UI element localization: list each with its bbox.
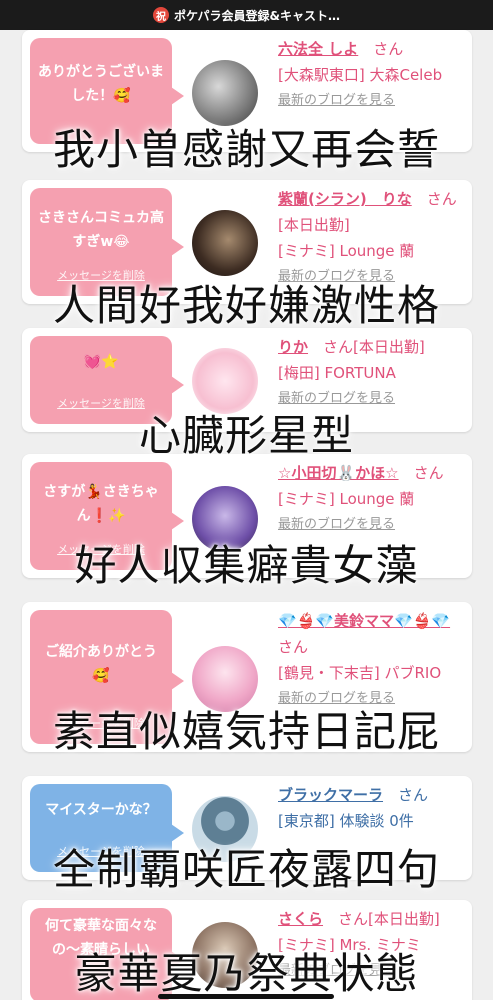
cast-location: [大森駅東口] 大森Celeb <box>278 66 443 84</box>
caption-overlay: 心臓形星型 <box>138 411 354 460</box>
message-text: ありがとうございました！🥰 <box>38 64 164 104</box>
caption-overlay: 我小曽感謝又再会誓 <box>52 125 440 174</box>
cast-honorific: さん[本日出勤] <box>338 910 440 928</box>
cast-location: [梅田] FORTUNA <box>278 364 396 382</box>
cast-honorific: さん <box>373 40 404 58</box>
cast-name-link[interactable]: さくら <box>278 910 323 928</box>
home-indicator[interactable] <box>158 994 334 999</box>
caption-overlay: 豪華夏乃祭典状態 <box>74 949 419 998</box>
cast-honorific: さん[本日出勤] <box>323 338 425 356</box>
browser-title-bar: 祝 ポケパラ会員登録&キャスト… <box>0 0 493 30</box>
cast-info: 六法全 しよ さん [大森駅東口] 大森Celeb 最新のブログを見る <box>278 36 462 114</box>
caption-overlay: 全制覇咲匠夜露四句 <box>52 845 440 894</box>
cast-location: [ミナミ] Lounge 蘭 <box>278 242 415 260</box>
cast-info: 💎👙💎美鈴ママ💎👙💎 さん [鶴見・下末吉] パブRIO 最新のブログを見る <box>278 608 462 712</box>
message-text: さすが💃さきちゃん❗✨ <box>43 484 159 524</box>
cast-location: [鶴見・下末吉] パブRIO <box>278 664 442 682</box>
cast-name-link[interactable]: 💎👙💎美鈴ママ💎👙💎 <box>278 612 450 630</box>
caption-overlay: 素直似嬉気持日記屁 <box>52 707 440 756</box>
caption-overlay: 人間好我好嫌激性格 <box>52 281 440 330</box>
cast-honorific: さん <box>278 638 309 656</box>
cast-avatar[interactable] <box>192 210 258 276</box>
celebration-badge-icon: 祝 <box>153 7 169 23</box>
bubble-tail <box>171 86 184 105</box>
message-text: 💓⭐ <box>83 354 119 370</box>
bubble-tail <box>171 237 184 256</box>
user-info: ブラックマーラ さん [東京都] 体験談 0件 <box>278 782 462 834</box>
user-location: [東京都] 体験談 0件 <box>278 812 414 830</box>
message-text: ご紹介ありがとう🥰 <box>45 644 157 684</box>
bubble-tail <box>171 376 184 395</box>
cast-name-link[interactable]: ☆小田切🐰かほ☆ <box>278 464 399 482</box>
cast-name-link[interactable]: りか <box>278 338 308 356</box>
message-text: さきさんコミュカ高すぎw😂 <box>38 210 164 250</box>
cast-name-link[interactable]: 紫蘭(シラン) りな <box>278 190 412 208</box>
cast-honorific: さん <box>413 464 444 482</box>
user-name-link[interactable]: ブラックマーラ <box>278 786 383 804</box>
bubble-tail <box>171 511 184 530</box>
cast-location: [ミナミ] Lounge 蘭 <box>278 490 415 508</box>
blog-link[interactable]: 最新のブログを見る <box>278 88 462 114</box>
cast-info: ☆小田切🐰かほ☆ さん [ミナミ] Lounge 蘭 最新のブログを見る <box>278 460 462 538</box>
bubble-tail <box>171 671 184 690</box>
cast-info: りか さん[本日出勤] [梅田] FORTUNA 最新のブログを見る <box>278 334 462 412</box>
message-text: マイスターかな？ <box>45 802 157 818</box>
user-honorific: さん <box>398 786 429 804</box>
page-title: ポケパラ会員登録&キャスト… <box>174 8 340 23</box>
cast-name-link[interactable]: 六法全 しよ <box>278 40 358 58</box>
caption-overlay: 好人収集癖貴女藻 <box>74 541 419 590</box>
